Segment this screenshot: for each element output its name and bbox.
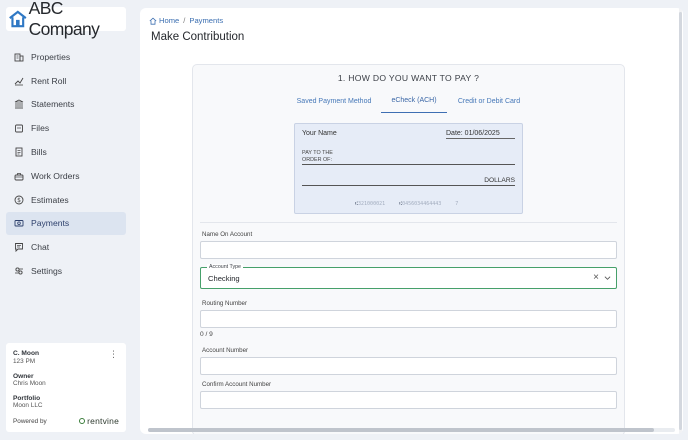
folder-icon [14, 123, 24, 133]
check-date: Date: 01/06/2025 [446, 130, 515, 139]
dollar-icon: $ [14, 195, 24, 205]
chevron-down-icon[interactable] [604, 275, 611, 281]
nav-item-statements[interactable]: Statements [6, 93, 126, 117]
settings-icon [14, 266, 24, 276]
clear-icon[interactable]: × [593, 272, 599, 284]
company-name: ABC Company [28, 0, 100, 39]
user-name: C. Moon [13, 350, 40, 357]
vertical-scrollbar[interactable] [679, 8, 682, 434]
check-pay-to: PAY TO THE ORDER OF: [302, 150, 333, 164]
nav-item-chat[interactable]: Chat [6, 235, 126, 259]
nav-label: Settings [31, 266, 63, 277]
account-type-label: Account Type [207, 264, 243, 270]
chat-icon [14, 242, 24, 253]
tab-credit-debit-card[interactable]: Credit or Debit Card [451, 89, 527, 113]
check-micr-line: ⑆321000021 ⑆0456034464443 7 [355, 201, 458, 207]
routing-number-input[interactable] [200, 310, 617, 328]
portfolio-label: Portfolio [13, 395, 41, 402]
role-label: Owner [13, 373, 34, 380]
payment-form: 1. HOW DO YOU WANT TO PAY ? Saved Paymen… [192, 64, 625, 434]
nav-label: Payments [31, 218, 70, 229]
user-unit: 123 PM [13, 358, 36, 365]
name-on-account-input[interactable] [200, 241, 617, 259]
bill-icon [14, 147, 24, 157]
powered-by: Powered by rentvine [13, 416, 119, 426]
nav-item-settings[interactable]: Settings [6, 259, 126, 283]
nav-item-rent-roll[interactable]: Rent Roll [6, 69, 126, 93]
sidebar: ABC Company Properties Rent Roll Stateme… [0, 0, 132, 440]
bank-icon [14, 99, 24, 109]
check-payee-line [302, 164, 515, 165]
payment-method-tabs: Saved Payment Method eCheck (ACH) Credit… [193, 89, 624, 113]
nav-label: Files [31, 123, 50, 134]
breadcrumb-separator: / [183, 16, 186, 25]
check-number-micr: 7 [455, 201, 459, 207]
breadcrumb-current[interactable]: Payments [189, 16, 223, 25]
main-panel: Home / Payments Make Contribution 1. HOW… [140, 8, 683, 434]
nav-label: Estimates [31, 194, 69, 205]
nav-item-payments[interactable]: Payments [6, 211, 126, 236]
check-dollars: DOLLARS [484, 177, 515, 184]
check-pay-to-line2: ORDER OF: [302, 157, 332, 163]
nav-item-estimates[interactable]: $ Estimates [6, 188, 126, 212]
confirm-account-number-input[interactable] [200, 391, 617, 409]
payment-question: 1. HOW DO YOU WANT TO PAY ? [337, 73, 480, 83]
nav-label: Bills [31, 147, 47, 158]
trend-icon [14, 76, 24, 86]
nav-item-work-orders[interactable]: Work Orders [6, 164, 126, 188]
micr-routing: 321000021 [358, 201, 386, 207]
check-pay-to-line1: PAY TO THE [302, 150, 333, 156]
section-divider [200, 222, 617, 223]
toolbox-icon [14, 171, 24, 181]
nav-item-properties[interactable]: Properties [6, 45, 126, 69]
tab-echeck-ach[interactable]: eCheck (ACH) [381, 89, 447, 113]
name-on-account-label: Name On Account [202, 231, 253, 238]
vendor-logo: rentvine [79, 416, 119, 426]
rentvine-logo-icon [79, 418, 86, 424]
check-preview: Your Name Date: 01/06/2025 PAY TO THE OR… [294, 123, 523, 214]
nav-label: Properties [31, 51, 71, 62]
role-value: Chris Moon [13, 380, 46, 387]
user-card: ⋮ C. Moon 123 PM Owner Chris Moon Portfo… [6, 343, 126, 432]
account-type-value: Checking [208, 274, 240, 283]
vendor-name: rentvine [87, 416, 119, 426]
breadcrumb: Home / Payments [149, 16, 223, 25]
confirm-account-number-label: Confirm Account Number [202, 381, 272, 388]
account-type-select[interactable]: Account Type Checking × [200, 264, 617, 289]
tab-saved-payment-method[interactable]: Saved Payment Method [289, 89, 379, 113]
check-account-micr: ⑆0456034464443 [399, 201, 441, 207]
routing-number-counter: 0 / 9 [200, 331, 213, 338]
nav-label: Statements [31, 99, 75, 110]
powered-by-label: Powered by [13, 417, 47, 425]
company-logo[interactable]: ABC Company [6, 0, 126, 39]
vertical-scrollbar-thumb[interactable] [679, 12, 682, 430]
breadcrumb-home-link[interactable]: Home [159, 16, 179, 25]
kebab-menu-icon[interactable]: ⋮ [109, 350, 118, 359]
check-your-name: Your Name [302, 130, 337, 137]
nav-item-bills[interactable]: Bills [6, 140, 126, 164]
account-number-label: Account Number [202, 347, 249, 354]
nav-item-files[interactable]: Files [6, 116, 126, 140]
micr-account: 0456034464443 [402, 201, 442, 207]
nav-label: Chat [31, 242, 50, 253]
house-logo-icon [9, 10, 27, 28]
svg-text:$: $ [17, 197, 21, 204]
building-icon [14, 52, 24, 62]
check-amount-line [302, 185, 515, 186]
horizontal-scrollbar-thumb[interactable] [148, 428, 654, 432]
main-nav: Properties Rent Roll Statements Files Bi… [6, 45, 126, 283]
nav-label: Work Orders [31, 170, 80, 181]
page-title: Make Contribution [151, 31, 245, 43]
check-routing-micr: ⑆321000021 [355, 201, 385, 207]
account-number-input[interactable] [200, 357, 617, 375]
horizontal-scrollbar[interactable] [148, 428, 675, 432]
home-icon [149, 17, 157, 25]
portfolio-value: Moon LLC [13, 402, 43, 409]
nav-label: Rent Roll [31, 75, 67, 86]
payment-icon [14, 218, 24, 228]
routing-number-label: Routing Number [202, 300, 248, 307]
